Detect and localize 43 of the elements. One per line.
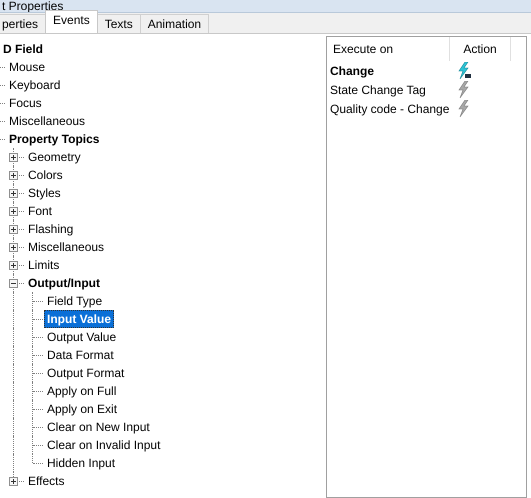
tab[interactable]: perties <box>0 14 46 33</box>
tab[interactable]: Animation <box>140 14 210 33</box>
tree-item[interactable]: Effects <box>25 472 68 490</box>
event-name[interactable]: Change <box>327 64 450 78</box>
tree-item[interactable]: D Field <box>0 40 46 58</box>
expand-icon[interactable] <box>9 477 18 486</box>
tree-item[interactable]: Output Format <box>44 364 128 382</box>
expand-icon[interactable] <box>9 189 18 198</box>
tree-item[interactable]: Styles <box>25 184 64 202</box>
tree-item[interactable]: Clear on Invalid Input <box>44 436 164 454</box>
tree-item[interactable]: Input Value <box>44 310 114 328</box>
tree-item[interactable]: Font <box>25 202 56 220</box>
tree-item[interactable]: Apply on Full <box>44 382 120 400</box>
event-name[interactable]: State Change Tag <box>327 82 450 96</box>
tree-item[interactable]: Clear on New Input <box>44 418 153 436</box>
column-header[interactable]: Execute on <box>327 37 450 61</box>
tree-item[interactable]: Apply on Exit <box>44 400 120 418</box>
expand-icon[interactable] <box>9 225 18 234</box>
tree-item[interactable]: Keyboard <box>6 76 64 94</box>
column-header[interactable]: Action <box>450 37 511 61</box>
tree-item[interactable]: Focus <box>6 94 45 112</box>
tree-item[interactable]: Colors <box>25 166 66 184</box>
event-name[interactable]: Quality code - Change <box>327 102 450 116</box>
tree-item[interactable]: Field Type <box>44 292 106 310</box>
collapse-icon[interactable] <box>9 279 18 288</box>
tree-item[interactable]: Data Format <box>44 346 117 364</box>
expand-icon[interactable] <box>9 171 18 180</box>
tree-item[interactable]: Limits <box>25 256 62 274</box>
tree-item[interactable]: Hidden Input <box>44 454 118 472</box>
tree-item[interactable]: Property Topics <box>6 130 102 148</box>
expand-icon[interactable] <box>9 243 18 252</box>
tree-item[interactable]: Output/Input <box>25 274 103 292</box>
tree-item[interactable]: Output Value <box>44 328 120 346</box>
tree-item[interactable]: Geometry <box>25 148 84 166</box>
expand-icon[interactable] <box>9 261 18 270</box>
expand-icon[interactable] <box>9 207 18 216</box>
tab[interactable]: Events <box>45 10 98 33</box>
expand-icon[interactable] <box>9 153 18 162</box>
tree-item[interactable]: Miscellaneous <box>6 112 88 130</box>
tree-item[interactable]: Mouse <box>6 58 48 76</box>
script-lightning-icon[interactable] <box>456 62 472 80</box>
tree-item[interactable]: Miscellaneous <box>25 238 108 256</box>
tree-item[interactable]: Flashing <box>25 220 76 238</box>
